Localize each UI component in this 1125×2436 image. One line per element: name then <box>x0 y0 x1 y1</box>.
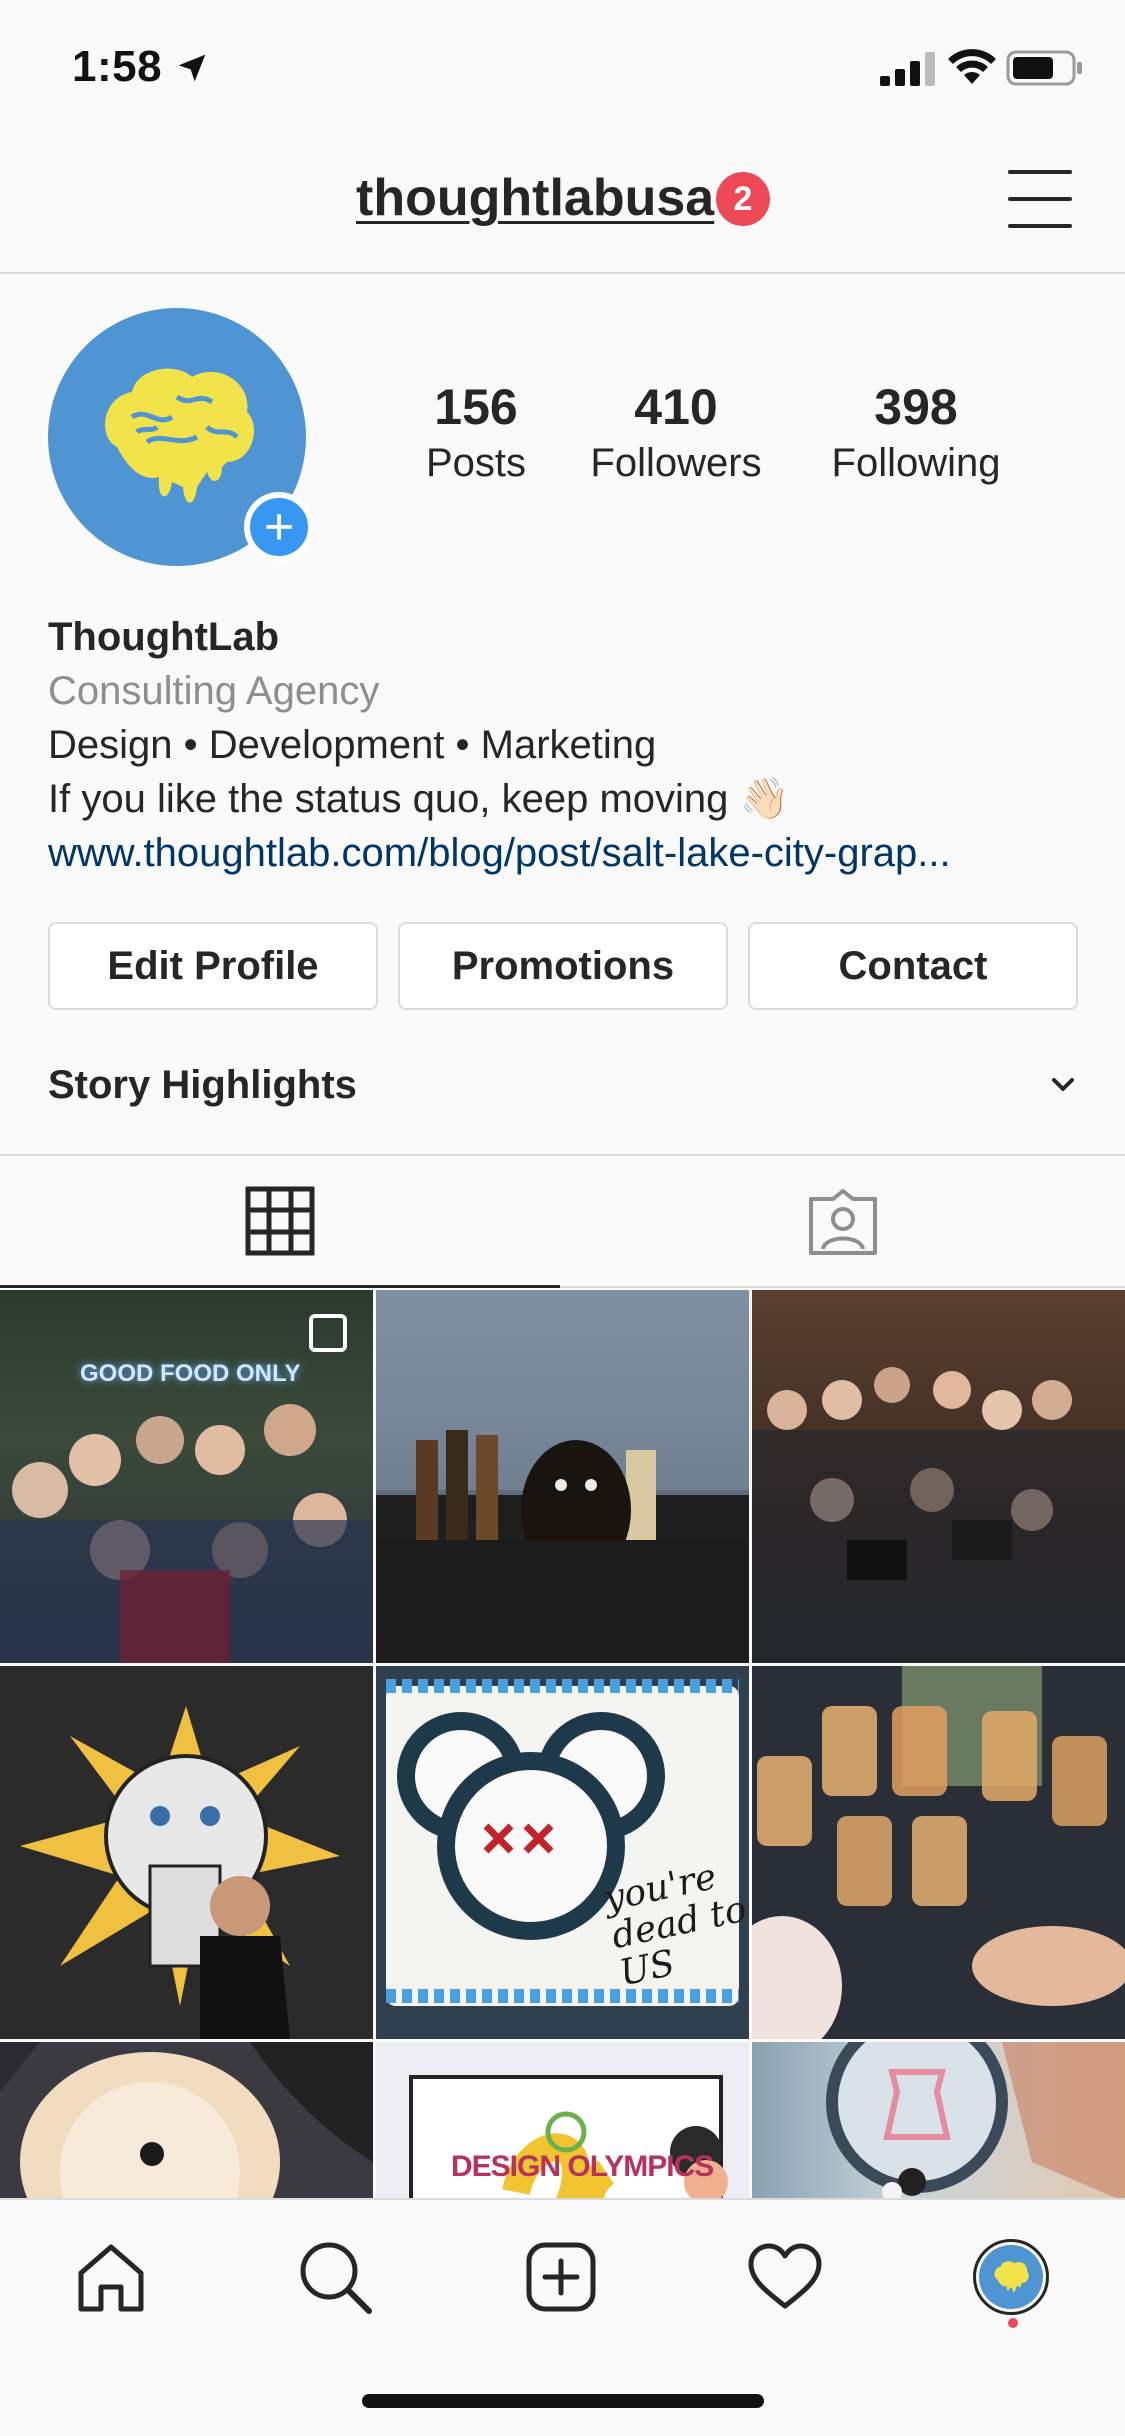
status-time: 1:58 <box>72 42 163 91</box>
post-thumbnail[interactable] <box>752 1290 1125 1663</box>
post-thumbnail[interactable]: GOOD FOOD ONLY <box>0 1290 373 1663</box>
post-photo <box>20 1706 340 2039</box>
post-thumbnail[interactable] <box>376 1290 749 1663</box>
followers-count: 410 <box>634 379 718 435</box>
profile-bio: ThoughtLab Consulting Agency Design • De… <box>48 610 1088 880</box>
stat-followers[interactable]: 410 Followers <box>556 380 796 486</box>
neon-sign: GOOD FOOD ONLY <box>80 1360 301 1387</box>
contact-button[interactable]: Contact <box>748 922 1078 1010</box>
multi-photo-icon <box>309 1314 347 1352</box>
post-photo <box>752 1367 1125 1663</box>
post-thumbnail[interactable] <box>752 2042 1125 2198</box>
bio-line: Design • Development • Marketing <box>48 723 657 767</box>
new-post-tab[interactable] <box>516 2232 606 2322</box>
profile-actions: Edit Profile Promotions Contact <box>48 922 1078 1010</box>
stat-posts[interactable]: 156 Posts <box>396 380 556 486</box>
followers-label: Followers <box>590 441 762 485</box>
battery-icon <box>1006 50 1082 86</box>
cellular-signal-icon <box>880 52 935 86</box>
search-icon <box>300 2242 372 2314</box>
profile-category: Consulting Agency <box>48 669 380 713</box>
following-label: Following <box>831 441 1001 485</box>
profile-avatar[interactable]: + <box>48 308 314 568</box>
profile-tab[interactable] <box>966 2232 1056 2322</box>
tab-tagged[interactable] <box>560 1156 1125 1288</box>
heart-icon <box>748 2243 822 2309</box>
grid-icon <box>245 1186 315 1255</box>
bio-line: If you like the status quo, keep moving … <box>48 777 790 821</box>
tagged-person-icon <box>808 1189 877 1255</box>
design-olympics-text: DESIGN OLYMPICS <box>451 2150 714 2183</box>
website-link[interactable]: www.thoughtlab.com/blog/post/salt-lake-c… <box>48 826 1088 880</box>
add-story-button[interactable]: + <box>244 492 314 562</box>
post-thumbnail[interactable]: you're dead to US <box>376 1666 749 2039</box>
post-thumbnail[interactable] <box>752 1666 1125 2039</box>
posts-count: 156 <box>434 379 518 435</box>
post-thumbnail[interactable]: DESIGN OLYMPICS <box>376 2042 749 2198</box>
home-tab[interactable] <box>66 2232 156 2322</box>
post-photo <box>376 1290 749 1663</box>
edit-profile-button[interactable]: Edit Profile <box>48 922 378 1010</box>
chevron-down-icon <box>1052 1078 1074 1091</box>
profile-stats: 156 Posts 410 Followers 398 Following <box>396 380 1076 486</box>
stat-following[interactable]: 398 Following <box>796 380 1036 486</box>
following-count: 398 <box>874 379 958 435</box>
profile-notification-dot <box>1008 2318 1018 2328</box>
story-highlights-toggle[interactable]: Story Highlights <box>48 1050 1078 1120</box>
post-photo <box>386 1679 739 2006</box>
post-thumbnail[interactable] <box>0 2042 373 2198</box>
status-bar: 1:58 <box>0 0 1125 132</box>
profile-header: thoughtlabusa 2 <box>0 132 1125 274</box>
story-highlights-title: Story Highlights <box>48 1062 357 1107</box>
tab-grid[interactable] <box>0 1156 560 1288</box>
profile-name: ThoughtLab <box>48 615 280 659</box>
posts-grid: GOOD FOOD ONLY you're dead to US DESIGN … <box>0 1290 1125 2198</box>
account-switcher[interactable]: thoughtlabusa <box>356 168 714 228</box>
profile-tabs <box>0 1154 1125 1288</box>
promotions-button[interactable]: Promotions <box>398 922 728 1010</box>
nav-avatar <box>973 2239 1049 2315</box>
post-photo <box>752 1666 1125 2039</box>
home-indicator[interactable] <box>362 2394 764 2408</box>
post-photo <box>826 2042 1125 2198</box>
posts-label: Posts <box>425 441 527 485</box>
location-arrow-icon <box>178 54 206 82</box>
menu-icon[interactable] <box>1008 170 1072 228</box>
brain-logo-icon <box>105 368 255 503</box>
activity-tab[interactable] <box>740 2232 830 2322</box>
notification-badge[interactable]: 2 <box>716 172 770 226</box>
add-post-icon <box>526 2242 596 2312</box>
search-tab[interactable] <box>290 2232 380 2322</box>
post-photo <box>0 2042 373 2198</box>
brain-logo-icon <box>994 2261 1029 2293</box>
post-thumbnail[interactable] <box>0 1666 373 2039</box>
home-icon <box>78 2244 144 2312</box>
wifi-icon <box>948 49 996 84</box>
